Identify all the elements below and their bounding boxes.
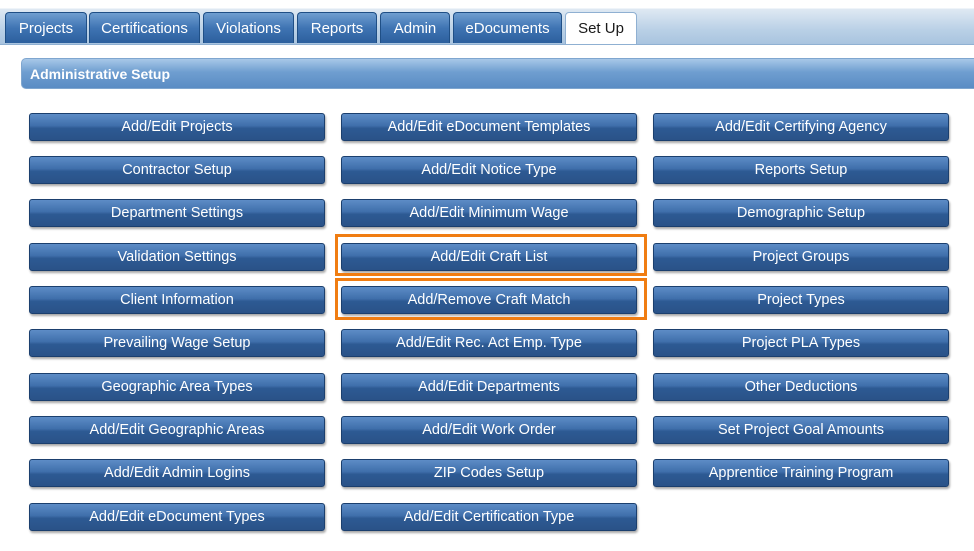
add-edit-minimum-wage-button[interactable]: Add/Edit Minimum Wage <box>341 199 637 227</box>
geographic-area-types-button[interactable]: Geographic Area Types <box>29 373 325 401</box>
add-edit-edocument-templates-button[interactable]: Add/Edit eDocument Templates <box>341 113 637 141</box>
client-information-button[interactable]: Client Information <box>29 286 325 314</box>
tab-violations[interactable]: Violations <box>203 12 294 43</box>
apprentice-training-program-button[interactable]: Apprentice Training Program <box>653 459 949 487</box>
add-edit-geographic-areas-button[interactable]: Add/Edit Geographic Areas <box>29 416 325 444</box>
tab-edocuments[interactable]: eDocuments <box>453 12 562 43</box>
project-types-button[interactable]: Project Types <box>653 286 949 314</box>
tab-reports[interactable]: Reports <box>297 12 377 43</box>
add-edit-certifying-agency-button[interactable]: Add/Edit Certifying Agency <box>653 113 949 141</box>
project-groups-button[interactable]: Project Groups <box>653 243 949 271</box>
add-edit-edocument-types-button[interactable]: Add/Edit eDocument Types <box>29 503 325 531</box>
tab-certifications[interactable]: Certifications <box>89 12 200 43</box>
administrative-setup-header: Administrative Setup <box>21 58 974 89</box>
add-edit-notice-type-button[interactable]: Add/Edit Notice Type <box>341 156 637 184</box>
set-project-goal-amounts-button[interactable]: Set Project Goal Amounts <box>653 416 949 444</box>
other-deductions-button[interactable]: Other Deductions <box>653 373 949 401</box>
add-edit-rec-act-emp-type-button[interactable]: Add/Edit Rec. Act Emp. Type <box>341 329 637 357</box>
add-edit-projects-button[interactable]: Add/Edit Projects <box>29 113 325 141</box>
demographic-setup-button[interactable]: Demographic Setup <box>653 199 949 227</box>
tab-set-up[interactable]: Set Up <box>565 12 637 44</box>
reports-setup-button[interactable]: Reports Setup <box>653 156 949 184</box>
tab-admin[interactable]: Admin <box>380 12 450 43</box>
tab-bar: Projects Certifications Violations Repor… <box>0 0 974 45</box>
tab-projects[interactable]: Projects <box>5 12 87 43</box>
department-settings-button[interactable]: Department Settings <box>29 199 325 227</box>
add-edit-departments-button[interactable]: Add/Edit Departments <box>341 373 637 401</box>
validation-settings-button[interactable]: Validation Settings <box>29 243 325 271</box>
prevailing-wage-setup-button[interactable]: Prevailing Wage Setup <box>29 329 325 357</box>
add-edit-certification-type-button[interactable]: Add/Edit Certification Type <box>341 503 637 531</box>
add-edit-work-order-button[interactable]: Add/Edit Work Order <box>341 416 637 444</box>
craft-list-highlight-box <box>335 234 647 276</box>
project-pla-types-button[interactable]: Project PLA Types <box>653 329 949 357</box>
add-edit-admin-logins-button[interactable]: Add/Edit Admin Logins <box>29 459 325 487</box>
contractor-setup-button[interactable]: Contractor Setup <box>29 156 325 184</box>
zip-codes-setup-button[interactable]: ZIP Codes Setup <box>341 459 637 487</box>
craft-match-highlight-box <box>335 278 647 320</box>
